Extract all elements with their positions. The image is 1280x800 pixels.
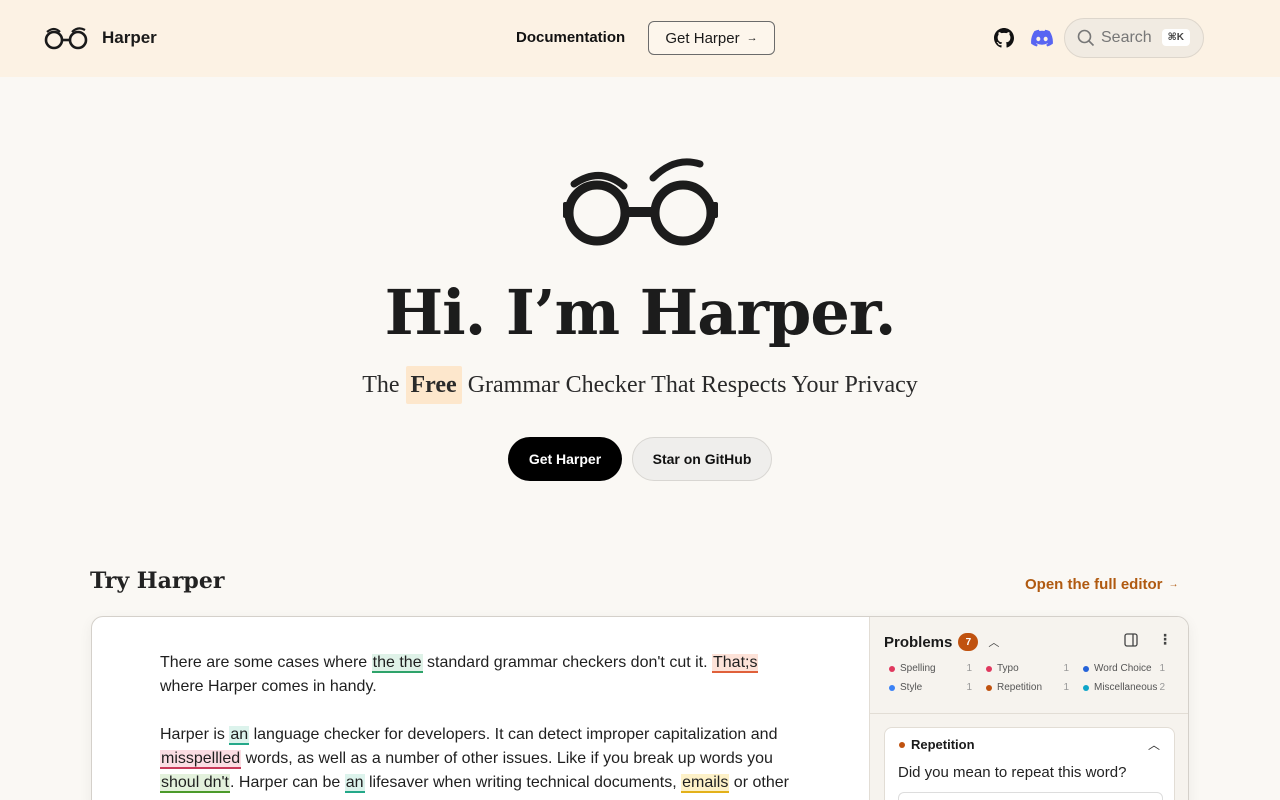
category-dot-icon [1083,684,1089,691]
lint-card[interactable]: Repetition ︿ Did you mean to repeat this… [884,727,1175,800]
panel-divider [870,713,1188,714]
category-count: 1 [1063,682,1069,693]
category-dot-icon [986,684,992,691]
problems-count-badge: 7 [958,633,979,651]
github-icon[interactable] [994,28,1014,48]
category-dot-icon [1083,665,1089,672]
category-dot-icon [889,684,895,691]
text-span: where Harper comes in handy. [160,678,377,695]
lint-highlight-typo[interactable]: That;s [712,654,759,673]
open-full-editor-label: Open the full editor [1025,576,1163,593]
problems-header[interactable]: Problems 7 ︿ [884,633,999,651]
category-count: 1 [966,682,972,693]
glasses-logo-icon [44,27,88,50]
editor-paragraph: There are some cases where the the stand… [160,651,800,699]
problem-categories: Spelling 1 Typo 1 Word Choice 1 Style 1 Repetiti… [889,663,1179,693]
chevron-up-icon[interactable]: ︿ [1148,736,1160,753]
text-span: language checker for developers. It can … [249,726,778,743]
category-label: Typo [997,663,1019,674]
category-count: 1 [1159,663,1165,674]
lint-highlight-word-choice[interactable]: an [344,774,365,793]
tagline-pre: The [362,372,400,398]
category-dot-icon [889,665,895,672]
category-count: 1 [1063,663,1069,674]
text-span: There are some cases where [160,654,372,671]
lint-card-title: Repetition [911,737,975,752]
lint-highlight-spelling[interactable]: misspellled [160,750,242,769]
lint-card-header: Repetition [899,737,975,752]
text-span: . Harper can be [230,774,345,791]
lint-highlight-repetition[interactable]: the the [371,654,423,673]
tagline-highlight: Free [405,366,462,404]
top-nav-bar: Harper Documentation Get Harper → Search… [0,0,1280,77]
sidebar-toggle-icon[interactable] [1124,633,1138,647]
search-placeholder: Search [1101,29,1152,46]
lint-highlight-miscellaneous[interactable]: shoul dn't [160,774,230,793]
nav-get-harper-button[interactable]: Get Harper → [648,21,775,55]
search-button[interactable]: Search ⌘K [1064,18,1204,58]
category-count: 2 [1159,682,1165,693]
brand-name: Harper [102,28,157,47]
editor-text-area[interactable]: There are some cases where the the stand… [160,651,800,800]
brand-link[interactable]: Harper [44,24,157,52]
open-full-editor-link[interactable]: Open the full editor → [1025,576,1179,593]
nav-get-harper-label: Get Harper [665,29,740,47]
category-label: Word Choice [1094,663,1152,674]
panel-toolbar: ⋮ [1124,632,1172,647]
tagline-post: Grammar Checker That Respects Your Priva… [467,372,918,398]
problem-category-miscellaneous[interactable]: Miscellaneous 2 [1083,682,1179,693]
lint-highlight-style[interactable]: emails [681,774,730,793]
problem-category-repetition[interactable]: Repetition 1 [986,682,1083,693]
arrow-right-icon: → [1168,579,1179,590]
hero-title: Hi. I’m Harper. [384,276,897,349]
category-label: Style [900,682,923,693]
text-span: words, as well as a number of other issu… [241,750,773,767]
text-span: standard grammar checkers don't cut it. [422,654,712,671]
category-label: Spelling [900,663,936,674]
lint-suggestion-field[interactable] [898,792,1163,800]
arrow-right-icon: → [746,32,758,44]
hero-tagline: The Free Grammar Checker That Respects Y… [0,366,1280,404]
hero-glasses-icon [563,158,718,246]
nav-documentation-link[interactable]: Documentation [516,29,625,46]
problems-title: Problems [884,633,953,651]
star-on-github-button[interactable]: Star on GitHub [632,437,772,481]
problem-category-spelling[interactable]: Spelling 1 [889,663,986,674]
problem-category-word-choice[interactable]: Word Choice 1 [1083,663,1179,674]
category-count: 1 [966,663,972,674]
category-dot-icon [986,665,992,672]
problem-category-style[interactable]: Style 1 [889,682,986,693]
problem-category-typo[interactable]: Typo 1 [986,663,1083,674]
category-label: Repetition [997,682,1043,693]
search-icon [1077,29,1095,47]
get-harper-button[interactable]: Get Harper [508,437,622,481]
demo-editor: There are some cases where the the stand… [91,616,1189,800]
try-harper-heading: Try Harper [90,568,225,594]
discord-icon[interactable] [1031,28,1053,48]
more-options-icon[interactable]: ⋮ [1158,632,1172,647]
problems-panel: Problems 7 ︿ ⋮ Spelling 1 Typo 1 Word Choice… [869,617,1188,800]
chevron-up-icon[interactable]: ︿ [988,634,999,650]
text-span: Harper is [160,726,230,743]
category-label: Miscellaneous [1094,682,1158,693]
repetition-dot-icon [899,741,905,748]
lint-card-question: Did you mean to repeat this word? [898,764,1127,781]
search-shortcut-badge: ⌘K [1161,29,1190,46]
lint-highlight-word-choice[interactable]: an [229,726,250,745]
editor-paragraph: Harper is an language checker for develo… [160,723,800,795]
text-span: or other [729,774,789,791]
text-span: lifesaver when writing technical documen… [364,774,682,791]
